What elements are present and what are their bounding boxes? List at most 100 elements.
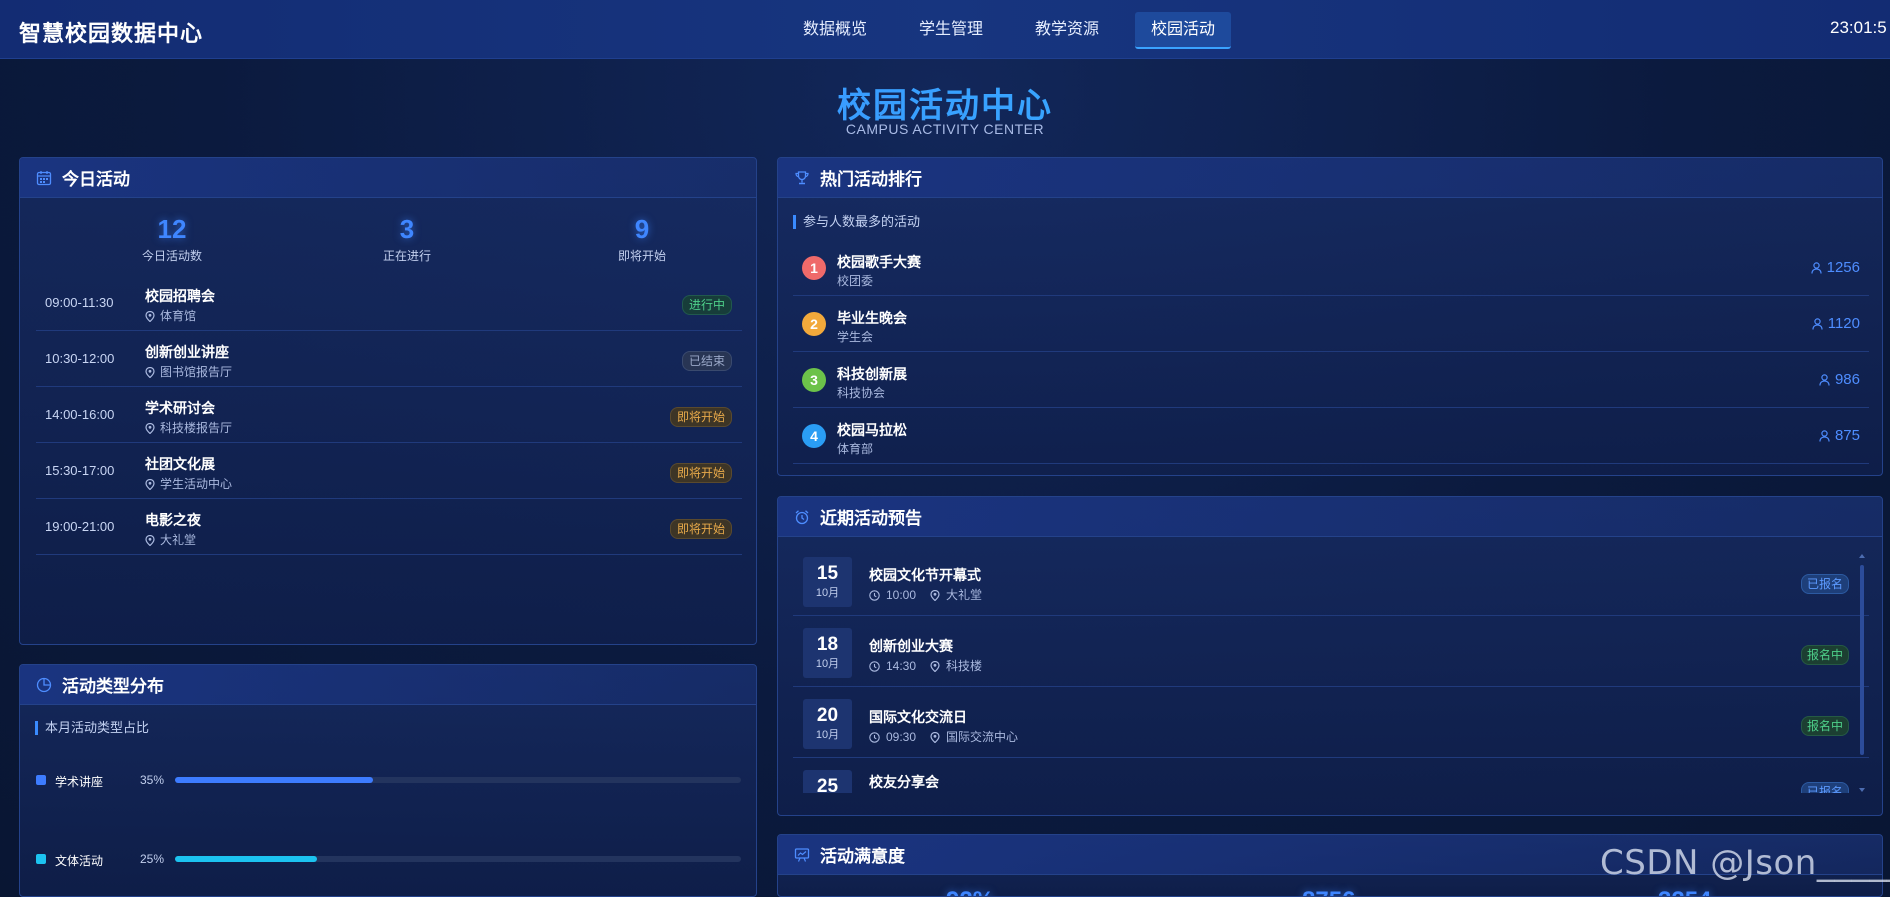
- rank-number: 3: [802, 368, 826, 392]
- page-title: 校园活动中心: [0, 78, 1890, 127]
- ranking-organizer: 学生会: [837, 330, 874, 344]
- status-badge: 即将开始: [669, 519, 732, 539]
- location-pin-icon: [930, 660, 940, 673]
- date-day: 20: [816, 705, 839, 726]
- activity-type-panel: 活动类型分布 本月活动类型占比 学术讲座 35% 文体活动 25%: [19, 664, 757, 897]
- ranking-row[interactable]: 4 校园马拉松 体育部 875: [793, 408, 1869, 464]
- participant-count: 1120: [1812, 315, 1860, 332]
- activity-row[interactable]: 09:00-11:30 校园招聘会 体育馆 进行中: [36, 275, 742, 331]
- user-icon: [1811, 262, 1822, 274]
- location-pin-icon: [145, 478, 155, 491]
- user-icon: [1819, 430, 1830, 442]
- panel-header: 今日活动: [20, 158, 756, 198]
- calendar-icon: [36, 170, 52, 185]
- ranking-activity-name: 校园歌手大赛: [837, 254, 921, 270]
- activity-name: 电影之夜: [145, 512, 201, 528]
- location-text: 图书馆报告厅: [160, 365, 233, 379]
- satisfaction-value: 3254: [1658, 887, 1711, 896]
- activity-time: 14:00-16:00: [45, 407, 115, 422]
- user-icon: [1819, 374, 1830, 386]
- progress-track: [175, 777, 741, 783]
- alarm-clock-icon: [795, 509, 809, 524]
- scroll-up-arrow[interactable]: [1859, 554, 1865, 558]
- count-text: 986: [1834, 371, 1860, 388]
- activity-name: 社团文化展: [145, 456, 215, 472]
- section-label: 参与人数最多的活动: [793, 215, 920, 229]
- ranking-row[interactable]: 1 校园歌手大赛 校团委 1256: [793, 240, 1869, 296]
- activity-location: 学生活动中心: [145, 475, 232, 492]
- type-name: 文体活动: [55, 854, 104, 868]
- date-block: 18 10月: [803, 628, 852, 678]
- clock-icon: [869, 590, 880, 601]
- date-month: 10月: [815, 587, 840, 599]
- clock: 23:01:5: [1830, 18, 1887, 37]
- popular-ranking-panel: 热门活动排行 参与人数最多的活动 1 校园歌手大赛 校团委 1256 2 毕业生…: [777, 157, 1883, 476]
- location-pin-icon: [145, 534, 155, 547]
- status-badge: 已结束: [681, 351, 732, 371]
- activity-time: 09:00-11:30: [45, 295, 114, 310]
- upcoming-location: 国际交流中心: [946, 730, 1019, 744]
- upcoming-row[interactable]: 18 10月 创新创业大赛 14:30 科技楼 报名中: [793, 616, 1869, 687]
- pie-chart-icon: [36, 677, 52, 692]
- location-text: 大礼堂: [160, 533, 197, 547]
- upcoming-row[interactable]: 15 10月 校园文化节开幕式 10:00 大礼堂 已报名: [793, 545, 1869, 616]
- location-pin-icon: [930, 589, 940, 602]
- upcoming-location: 大礼堂: [946, 588, 983, 602]
- rank-number: 4: [802, 424, 826, 448]
- type-bar-row: 学术讲座 35%: [36, 772, 742, 789]
- stat-label: 正在进行: [382, 249, 431, 263]
- registration-badge: 报名中: [1800, 716, 1849, 736]
- upcoming-name: 国际文化交流日: [869, 709, 967, 725]
- upcoming-name: 校园文化节开幕式: [869, 567, 981, 583]
- ranking-organizer: 体育部: [837, 442, 874, 456]
- satisfaction-stats: 92% 8756 3254: [778, 887, 1882, 896]
- ranking-activity-name: 毕业生晚会: [837, 310, 907, 326]
- date-block: 25: [803, 770, 852, 793]
- upcoming-time: 14:30: [886, 659, 917, 673]
- type-name: 学术讲座: [55, 775, 104, 789]
- nav-tab-students[interactable]: 学生管理: [903, 12, 999, 49]
- location-pin-icon: [145, 366, 155, 379]
- upcoming-list[interactable]: 15 10月 校园文化节开幕式 10:00 大礼堂 已报名 18 10月 创新创业…: [793, 545, 1869, 793]
- activity-row[interactable]: 19:00-21:00 电影之夜 大礼堂 即将开始: [36, 499, 742, 555]
- nav-tab-activities[interactable]: 校园活动: [1135, 12, 1232, 49]
- activity-row[interactable]: 10:30-12:00 创新创业讲座 图书馆报告厅 已结束: [36, 331, 742, 387]
- activity-row[interactable]: 15:30-17:00 社团文化展 学生活动中心 即将开始: [36, 443, 742, 499]
- ranking-list: 1 校园歌手大赛 校团委 1256 2 毕业生晚会 学生会 1120 3 科技创…: [793, 240, 1869, 464]
- nav-tab-overview[interactable]: 数据概览: [787, 12, 883, 49]
- section-label: 本月活动类型占比: [35, 721, 149, 735]
- upcoming-meta: 09:30 国际交流中心: [869, 728, 1018, 745]
- scroll-down-arrow[interactable]: [1859, 788, 1865, 792]
- today-activity-list: 09:00-11:30 校园招聘会 体育馆 进行中 10:30-12:00 创新…: [36, 275, 742, 555]
- panel-header: 活动类型分布: [20, 665, 756, 705]
- upcoming-time: 10:00: [886, 588, 917, 602]
- activity-name: 学术研讨会: [145, 400, 215, 416]
- activity-time: 19:00-21:00: [45, 519, 115, 534]
- main-nav: 数据概览 学生管理 教学资源 校园活动: [787, 12, 1251, 49]
- panel-header: 热门活动排行: [778, 158, 1882, 198]
- date-block: 15 10月: [803, 557, 852, 607]
- clock-icon: [869, 732, 880, 743]
- watermark: CSDN @Json_____: [1600, 843, 1890, 883]
- upcoming-row[interactable]: 20 10月 国际文化交流日 09:30 国际交流中心 报名中: [793, 687, 1869, 758]
- activity-row[interactable]: 14:00-16:00 学术研讨会 科技楼报告厅 即将开始: [36, 387, 742, 443]
- ranking-row[interactable]: 2 毕业生晚会 学生会 1120: [793, 296, 1869, 352]
- trophy-icon: [795, 170, 809, 184]
- rank-number: 2: [802, 312, 826, 336]
- upcoming-name: 创新创业大赛: [869, 638, 953, 654]
- progress-track: [175, 856, 741, 862]
- ranking-row[interactable]: 3 科技创新展 科技协会 986: [793, 352, 1869, 408]
- upcoming-row[interactable]: 25 校友分享会 已报名: [793, 758, 1869, 793]
- panel-header: 近期活动预告: [778, 497, 1882, 537]
- status-badge: 即将开始: [669, 407, 732, 427]
- location-text: 体育馆: [160, 309, 197, 323]
- activity-name: 校园招聘会: [145, 288, 215, 304]
- clock-icon: [869, 661, 880, 672]
- location-pin-icon: [145, 310, 155, 323]
- scrollbar-thumb[interactable]: [1860, 565, 1864, 755]
- date-day: 25: [816, 776, 839, 793]
- activity-location: 图书馆报告厅: [145, 363, 232, 380]
- stat-value: 12: [157, 214, 187, 244]
- nav-tab-teaching[interactable]: 教学资源: [1019, 12, 1115, 49]
- activity-location: 体育馆: [145, 307, 196, 324]
